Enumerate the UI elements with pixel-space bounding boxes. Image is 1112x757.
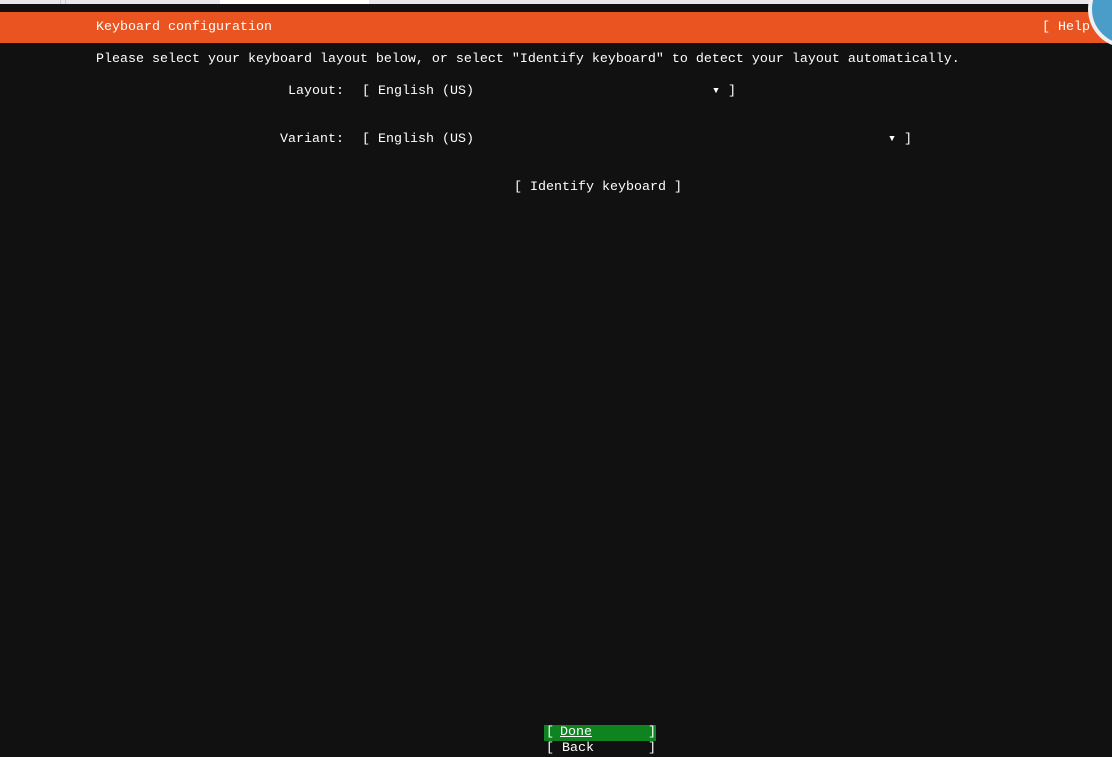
done-button[interactable]: [ Done ] <box>544 725 656 741</box>
chevron-down-icon: ▾ ] <box>712 84 737 99</box>
bracket-close: ] <box>648 741 656 756</box>
back-label: [ Back <box>546 741 594 756</box>
active-tab[interactable] <box>220 0 369 4</box>
layout-value: [ English (US) <box>362 84 474 99</box>
tab-divider <box>65 0 66 4</box>
bracket-close: ] <box>648 725 656 740</box>
tab-divider <box>60 0 61 4</box>
browser-tab-strip <box>0 0 1112 4</box>
variant-value: [ English (US) <box>362 132 474 147</box>
help-button[interactable]: [ Help <box>1042 20 1090 36</box>
chevron-down-icon: ▾ ] <box>888 132 913 147</box>
done-label: Done <box>560 725 592 740</box>
identify-keyboard-button[interactable]: [ Identify keyboard ] <box>514 180 682 196</box>
page-title: Keyboard configuration <box>96 20 272 35</box>
instructions-text: Please select your keyboard layout below… <box>96 52 960 67</box>
layout-label: Layout: <box>288 84 344 99</box>
variant-label: Variant: <box>280 132 344 147</box>
